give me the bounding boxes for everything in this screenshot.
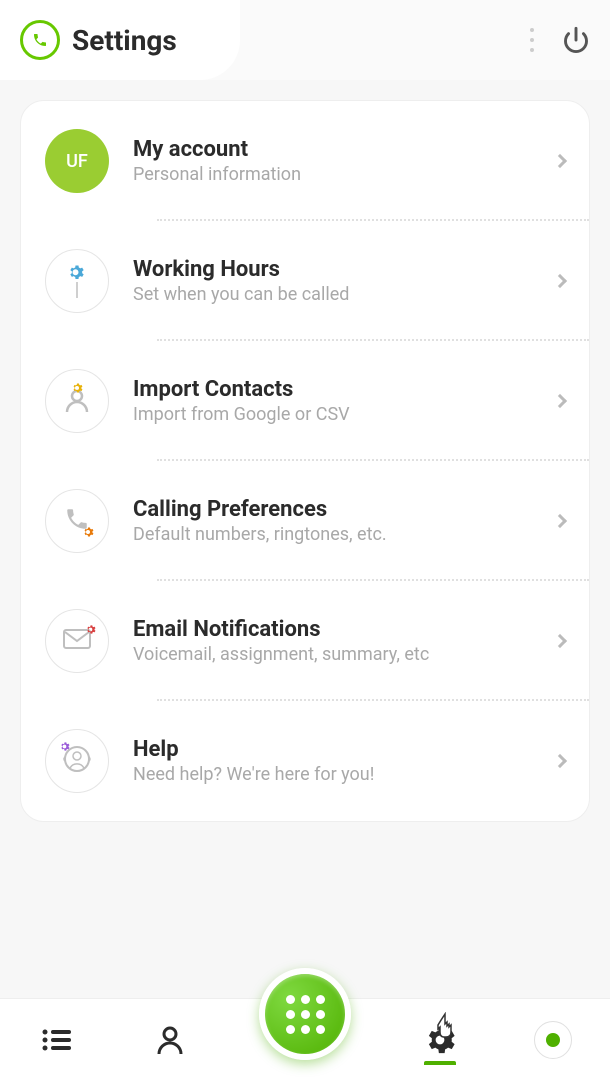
item-title: Calling Preferences bbox=[133, 497, 555, 522]
status-indicator bbox=[534, 1021, 572, 1059]
working-hours-icon bbox=[45, 249, 109, 313]
settings-item-import-contacts[interactable]: Import Contacts Import from Google or CS… bbox=[21, 341, 589, 461]
import-contacts-icon bbox=[45, 369, 109, 433]
list-icon bbox=[42, 1028, 72, 1052]
avatar-initials: UF bbox=[66, 151, 88, 172]
page-title: Settings bbox=[72, 24, 177, 57]
item-text: Help Need help? We're here for you! bbox=[133, 737, 555, 785]
chevron-right-icon bbox=[553, 754, 567, 768]
settings-item-email-notifications[interactable]: Email Notifications Voicemail, assignmen… bbox=[21, 581, 589, 701]
item-text: My account Personal information bbox=[133, 137, 555, 185]
item-text: Email Notifications Voicemail, assignmen… bbox=[133, 617, 555, 665]
chevron-right-icon bbox=[553, 274, 567, 288]
header-actions bbox=[522, 0, 590, 80]
nav-contacts-button[interactable] bbox=[145, 1015, 195, 1065]
settings-item-my-account[interactable]: UF My account Personal information bbox=[21, 101, 589, 221]
help-icon bbox=[45, 729, 109, 793]
app-logo bbox=[20, 20, 60, 60]
item-subtitle: Voicemail, assignment, summary, etc bbox=[133, 644, 555, 665]
settings-card: UF My account Personal information Worki… bbox=[20, 100, 590, 822]
chevron-right-icon bbox=[553, 154, 567, 168]
chevron-right-icon bbox=[553, 514, 567, 528]
settings-item-help[interactable]: Help Need help? We're here for you! bbox=[21, 701, 589, 821]
person-icon bbox=[156, 1025, 184, 1055]
item-title: Email Notifications bbox=[133, 617, 555, 642]
keypad-icon bbox=[286, 995, 325, 1034]
item-title: Import Contacts bbox=[133, 377, 555, 402]
nav-list-button[interactable] bbox=[32, 1015, 82, 1065]
item-subtitle: Import from Google or CSV bbox=[133, 404, 555, 425]
gear-icon bbox=[425, 1025, 455, 1055]
dialer-fab[interactable] bbox=[259, 968, 351, 1060]
item-subtitle: Personal information bbox=[133, 164, 555, 185]
user-avatar: UF bbox=[45, 129, 109, 193]
item-subtitle: Set when you can be called bbox=[133, 284, 555, 305]
item-title: Help bbox=[133, 737, 555, 762]
nav-status-button[interactable] bbox=[528, 1015, 578, 1065]
chevron-right-icon bbox=[553, 634, 567, 648]
item-subtitle: Need help? We're here for you! bbox=[133, 764, 555, 785]
stick-icon bbox=[74, 282, 80, 298]
header: Settings bbox=[0, 0, 240, 80]
small-gear-icon bbox=[59, 741, 70, 752]
phone-icon bbox=[32, 32, 48, 48]
settings-item-working-hours[interactable]: Working Hours Set when you can be called bbox=[21, 221, 589, 341]
status-dot-icon bbox=[546, 1033, 560, 1047]
settings-item-calling-preferences[interactable]: Calling Preferences Default numbers, rin… bbox=[21, 461, 589, 581]
item-text: Working Hours Set when you can be called bbox=[133, 257, 555, 305]
item-title: Working Hours bbox=[133, 257, 555, 282]
item-text: Import Contacts Import from Google or CS… bbox=[133, 377, 555, 425]
item-text: Calling Preferences Default numbers, rin… bbox=[133, 497, 555, 545]
gear-icon bbox=[68, 264, 86, 282]
item-subtitle: Default numbers, ringtones, etc. bbox=[133, 524, 555, 545]
chevron-right-icon bbox=[553, 394, 567, 408]
more-options-icon[interactable] bbox=[522, 25, 542, 55]
active-indicator bbox=[424, 1061, 456, 1065]
nav-settings-button[interactable] bbox=[415, 1015, 465, 1065]
small-gear-icon bbox=[71, 382, 83, 394]
small-gear-icon bbox=[82, 526, 94, 538]
calling-preferences-icon bbox=[45, 489, 109, 553]
email-notifications-icon bbox=[45, 609, 109, 673]
power-icon[interactable] bbox=[562, 26, 590, 54]
small-gear-icon bbox=[85, 624, 96, 635]
item-title: My account bbox=[133, 137, 555, 162]
